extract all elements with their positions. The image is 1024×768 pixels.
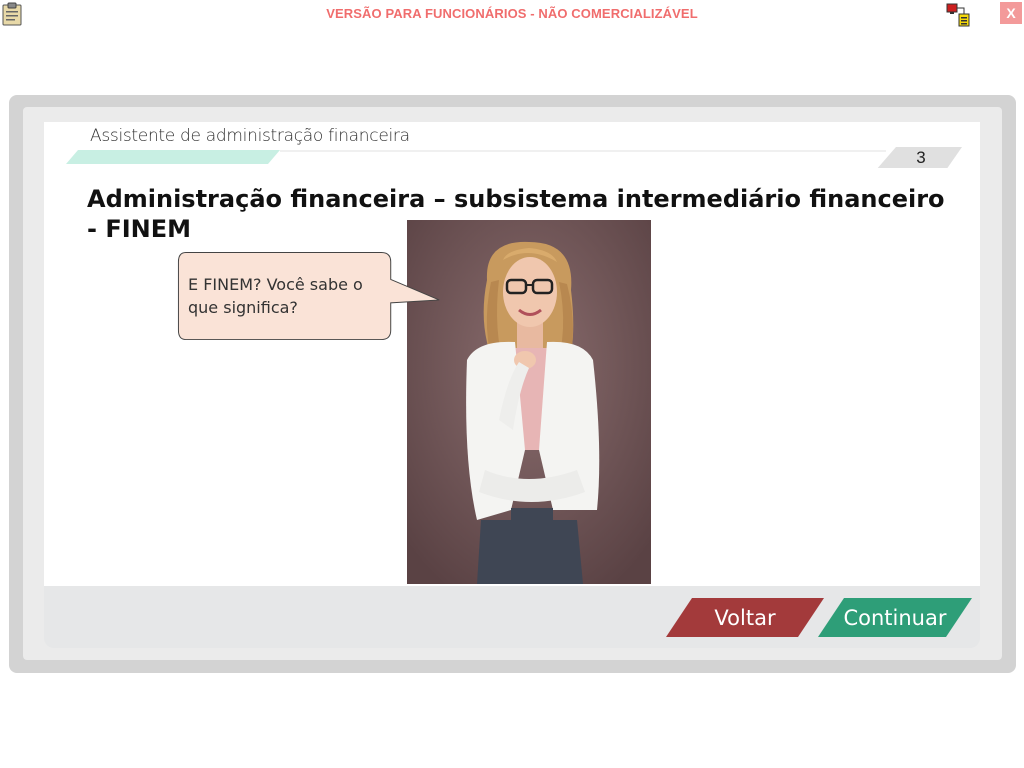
page-number: 3 xyxy=(916,148,926,167)
back-button-label: Voltar xyxy=(714,605,776,630)
continue-button[interactable]: Continuar xyxy=(818,598,972,637)
close-button[interactable]: X xyxy=(1000,2,1022,24)
back-button[interactable]: Voltar xyxy=(666,598,824,637)
speech-text: E FINEM? Você sabe o que significa? xyxy=(188,275,363,317)
employee-version-banner: VERSÃO PARA FUNCIONÁRIOS - NÃO COMERCIAL… xyxy=(326,6,698,21)
continue-button-label: Continuar xyxy=(843,605,947,630)
module-title: Assistente de administração financeira xyxy=(90,126,410,146)
header-divider xyxy=(66,147,962,168)
network-status-icon[interactable] xyxy=(944,2,972,28)
